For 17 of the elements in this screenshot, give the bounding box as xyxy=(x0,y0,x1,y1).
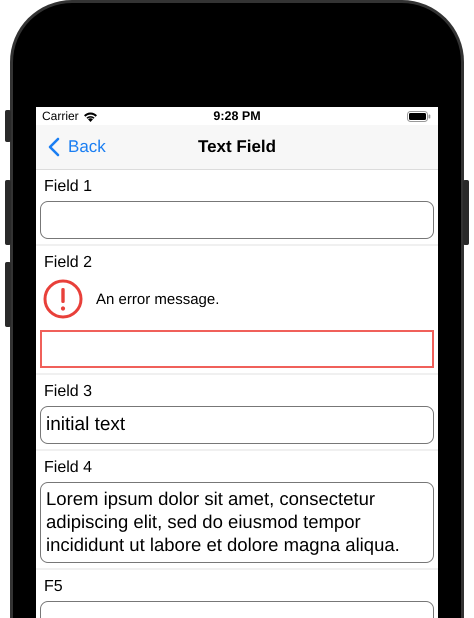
status-time: 9:28 PM xyxy=(213,109,261,123)
wifi-icon xyxy=(82,110,98,122)
input-field[interactable]: Lorem ipsum dolor sit amet, consectetur adipiscing elit, sed do eiusmod tempor incididunt ut labore et dolore magna aliqua. xyxy=(40,482,434,563)
field-label: F5 xyxy=(43,578,64,596)
carrier-label: Carrier xyxy=(42,109,79,123)
input-field[interactable] xyxy=(40,330,434,368)
nav-title: Text Field xyxy=(198,137,276,157)
chevron-icon xyxy=(48,137,60,157)
battery-icon xyxy=(407,110,431,122)
error-message: An error message. xyxy=(96,290,220,308)
field-label: Field 4 xyxy=(43,459,94,477)
back-button[interactable]: Back xyxy=(36,137,106,157)
input-field[interactable] xyxy=(40,201,434,239)
field-label: Field 3 xyxy=(43,383,94,401)
input-field[interactable]: initial text xyxy=(40,406,434,444)
field-label: Field 1 xyxy=(43,178,94,196)
field-label: Field 2 xyxy=(43,254,94,272)
